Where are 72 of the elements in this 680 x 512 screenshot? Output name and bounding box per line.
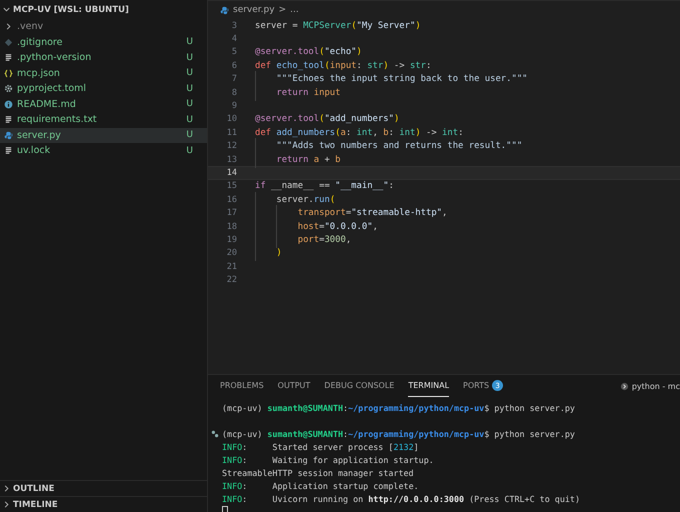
line-number: 15 [226,181,237,192]
panel-tab[interactable]: PROBLEMS [220,375,264,397]
file-item[interactable]: uv.lock U [0,143,207,158]
text-file-icon [4,146,13,156]
python-icon [220,6,229,14]
line-number: 4 [230,34,237,44]
code-line: @server.tool("add_numbers") [255,114,400,124]
code-line: def add_numbers(a: int, b: int) -> int: [255,128,464,138]
code-line: port=3000, [255,234,352,245]
file-item[interactable]: .gitignore U [0,34,207,50]
text-file-icon [4,53,13,62]
panel-tab[interactable]: DEBUG CONSOLE [324,375,394,397]
code-line: return input [255,88,340,98]
terminal-line: (mcp-uv) sumanth@SUMANTH:~/programming/python/mcp-uv$ python server.py [222,403,575,414]
breadcrumb-separator: > [278,5,286,15]
file-item[interactable]: README.md U [0,96,207,112]
code-line: return a + b [255,154,340,165]
line-number: 20 [226,248,237,258]
chevron-icon[interactable] [4,22,13,32]
line-number: 11 [226,128,237,138]
file-item[interactable]: .python-version U [0,50,207,66]
line-number: 19 [226,234,237,245]
line-number: 16 [226,194,237,205]
info-icon [4,100,13,109]
terminal-line: (mcp-uv) sumanth@SUMANTH:~/programming/python/mcp-uv$ python server.py [222,429,575,440]
diamond-icon [4,38,13,47]
code-line: def echo_tool(input: str) -> str: [255,60,432,71]
command-marker-icon[interactable] [211,430,219,438]
line-number: 7 [230,74,237,84]
line-number: 14 [226,168,237,178]
line-number: 21 [226,262,237,272]
line-number: 5 [230,47,237,58]
terminal-name[interactable]: python - mc [632,382,680,390]
chevron-icon[interactable] [2,484,11,493]
breadcrumb-item[interactable]: ... [290,5,299,15]
line-number: 9 [230,101,237,112]
line-number: 10 [226,114,237,124]
text-file-icon [4,115,13,124]
terminal-line: StreamableHTTP session manager started [222,468,414,478]
code-line: server = MCPServer("My Server") [255,20,421,31]
chevron-icon[interactable] [2,500,11,509]
file-item[interactable]: mcp.json U [0,66,207,81]
terminal-line: INFO: Waiting for application startup. [222,455,434,465]
python-icon [4,130,13,140]
explorer-title[interactable]: MCP-UV [WSL: UBUNTU] [13,4,129,14]
file-item[interactable]: pyproject.toml U [0,81,207,96]
panel-tab[interactable]: OUTPUT [278,375,310,397]
gear-icon [4,84,13,94]
chevron-icon[interactable] [2,5,11,14]
file-item[interactable]: server.py U [0,128,207,143]
line-number: 6 [230,60,237,71]
line-number: 12 [226,141,237,152]
section-header[interactable]: OUTLINE [13,484,54,494]
line-number: 13 [226,154,237,165]
code-line: ) [255,248,282,258]
terminal-line: INFO: Application startup complete. [222,480,419,491]
breadcrumb-item[interactable]: server.py [233,5,275,15]
section-header[interactable]: TIMELINE [13,500,58,510]
folder-item[interactable]: .venv [0,19,207,34]
braces-icon [4,68,13,78]
line-number: 3 [230,20,237,31]
code-line: if __name__ == "__main__": [255,181,394,192]
line-number: 18 [226,222,237,232]
line-number: 17 [226,208,237,218]
line-number: 22 [226,275,237,286]
file-item[interactable]: requirements.txt U [0,112,207,128]
line-number: 8 [230,88,237,98]
panel-tab[interactable]: TERMINAL [408,375,450,397]
terminal-line: INFO: Started server process [2132] [222,442,419,452]
terminal-line: INFO: Uvicorn running on http://0.0.0.0:3000 (Press CTRL+C to quit) [222,494,580,504]
terminal-icon [620,382,629,390]
code-line: @server.tool("echo") [255,47,362,58]
